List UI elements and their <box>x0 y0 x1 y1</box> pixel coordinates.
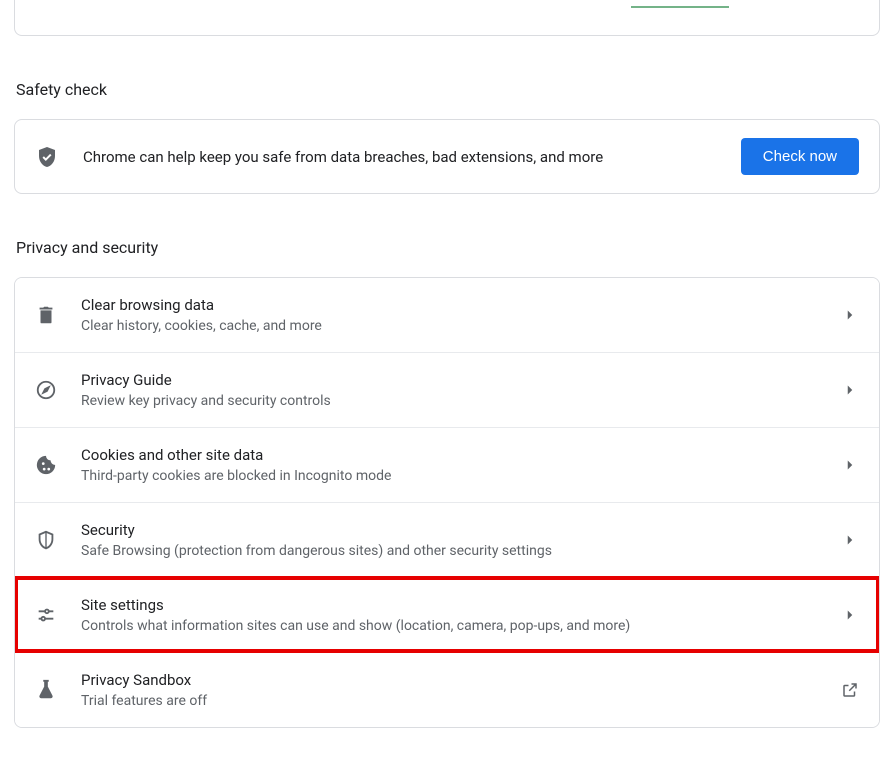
row-text: Privacy Sandbox Trial features are off <box>81 671 817 709</box>
section-title-safety: Safety check <box>16 80 880 99</box>
row-title: Cookies and other site data <box>81 446 817 464</box>
shield-icon <box>35 529 57 551</box>
row-subtitle: Review key privacy and security controls <box>81 393 817 409</box>
privacy-list: Clear browsing data Clear history, cooki… <box>14 277 880 728</box>
chevron-right-icon <box>841 381 859 399</box>
check-now-button[interactable]: Check now <box>741 138 859 175</box>
safety-check-card: Chrome can help keep you safe from data … <box>14 119 880 194</box>
row-security[interactable]: Security Safe Browsing (protection from … <box>15 502 879 577</box>
compass-icon <box>35 379 57 401</box>
chevron-right-icon <box>841 306 859 324</box>
chevron-right-icon <box>841 531 859 549</box>
row-title: Site settings <box>81 596 817 614</box>
previous-card-bottom <box>14 0 880 36</box>
external-link-icon <box>841 681 859 699</box>
row-text: Security Safe Browsing (protection from … <box>81 521 817 559</box>
row-site-settings[interactable]: Site settings Controls what information … <box>15 577 879 652</box>
row-subtitle: Third-party cookies are blocked in Incog… <box>81 468 817 484</box>
shield-check-icon <box>35 145 59 169</box>
row-subtitle: Safe Browsing (protection from dangerous… <box>81 543 817 559</box>
safety-check-text: Chrome can help keep you safe from data … <box>83 148 717 166</box>
flask-icon <box>35 679 57 701</box>
cookie-icon <box>35 454 57 476</box>
row-text: Clear browsing data Clear history, cooki… <box>81 296 817 334</box>
row-subtitle: Controls what information sites can use … <box>81 618 817 634</box>
section-title-privacy: Privacy and security <box>16 238 880 257</box>
chevron-right-icon <box>841 456 859 474</box>
row-subtitle: Clear history, cookies, cache, and more <box>81 318 817 334</box>
row-text: Site settings Controls what information … <box>81 596 817 634</box>
row-title: Security <box>81 521 817 539</box>
row-text: Privacy Guide Review key privacy and sec… <box>81 371 817 409</box>
row-privacy-guide[interactable]: Privacy Guide Review key privacy and sec… <box>15 352 879 427</box>
chevron-right-icon <box>841 606 859 624</box>
row-clear-browsing-data[interactable]: Clear browsing data Clear history, cooki… <box>15 278 879 352</box>
row-subtitle: Trial features are off <box>81 693 817 709</box>
row-cookies[interactable]: Cookies and other site data Third-party … <box>15 427 879 502</box>
row-title: Privacy Guide <box>81 371 817 389</box>
trash-icon <box>35 304 57 326</box>
row-title: Privacy Sandbox <box>81 671 817 689</box>
row-title: Clear browsing data <box>81 296 817 314</box>
row-text: Cookies and other site data Third-party … <box>81 446 817 484</box>
row-privacy-sandbox[interactable]: Privacy Sandbox Trial features are off <box>15 652 879 727</box>
tune-icon <box>35 604 57 626</box>
